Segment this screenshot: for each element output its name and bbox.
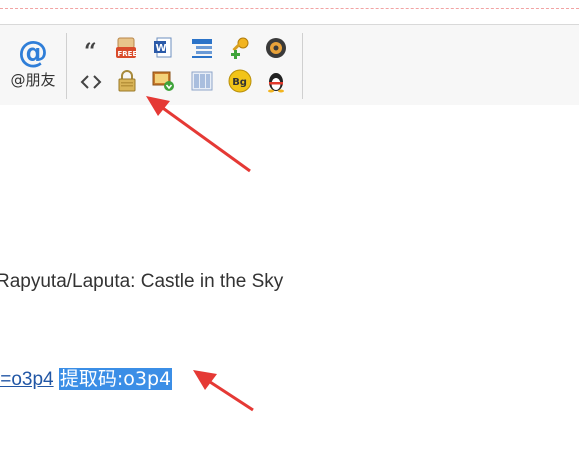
- mention-friend-button[interactable]: @ @朋友: [6, 37, 60, 99]
- columns-icon[interactable]: [190, 69, 214, 93]
- at-icon: @: [18, 35, 48, 70]
- background-icon[interactable]: Bg: [228, 69, 252, 93]
- qq-penguin-icon[interactable]: [264, 69, 288, 93]
- word-doc-icon[interactable]: W: [151, 36, 175, 60]
- list-icon[interactable]: [190, 36, 214, 60]
- lock-icon[interactable]: [115, 69, 139, 93]
- post-content-area: Rapyuta/Laputa: Castle in the Sky l=o3p4…: [0, 105, 579, 469]
- media-icon[interactable]: [264, 36, 288, 60]
- top-dashed-divider: [0, 8, 579, 9]
- editor-toolbar: @ @朋友 “ FREE W Bg: [0, 24, 579, 106]
- share-link[interactable]: l=o3p4: [0, 369, 54, 390]
- quote-icon[interactable]: “: [79, 38, 103, 62]
- image-download-icon[interactable]: [151, 68, 175, 92]
- code-icon[interactable]: [79, 70, 103, 94]
- free-icon[interactable]: FREE: [114, 36, 138, 60]
- mention-friend-label: @朋友: [10, 71, 56, 89]
- extraction-code-highlight[interactable]: 提取码:o3p4: [58, 368, 173, 390]
- key-add-icon[interactable]: [228, 36, 252, 60]
- svg-text:“: “: [84, 39, 97, 62]
- toolbar-separator: [66, 33, 67, 99]
- svg-text:Bg: Bg: [232, 77, 247, 88]
- svg-text:W: W: [156, 43, 167, 54]
- share-link-line: l=o3p4 提取码:o3p4: [0, 367, 173, 391]
- toolbar-separator: [302, 33, 303, 99]
- movie-title: Rapyuta/Laputa: Castle in the Sky: [0, 271, 284, 292]
- svg-text:FREE: FREE: [118, 50, 138, 58]
